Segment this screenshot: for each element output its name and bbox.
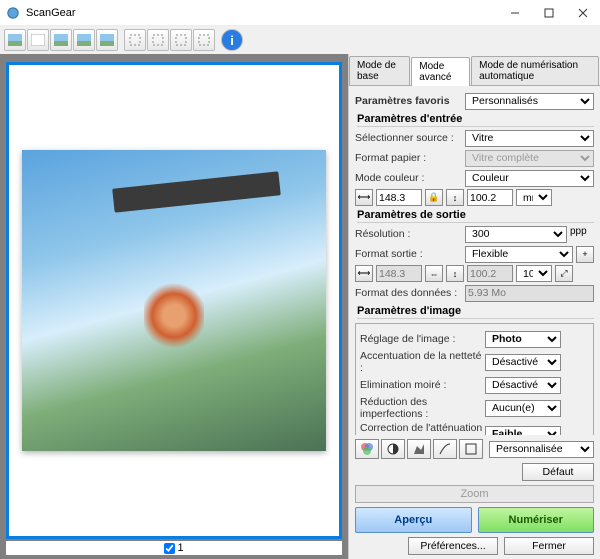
brightness-button[interactable] bbox=[381, 439, 405, 459]
adjust-label: Réglage de l'image : bbox=[360, 333, 485, 345]
toolbar: i bbox=[0, 26, 600, 54]
close-panel-button[interactable]: Fermer bbox=[504, 537, 594, 555]
outfmt-select[interactable]: Flexible bbox=[465, 246, 573, 263]
resolution-select[interactable]: 300 bbox=[465, 226, 567, 243]
source-label: Sélectionner source : bbox=[355, 132, 465, 144]
scale-button[interactable]: ⤢ bbox=[555, 265, 573, 282]
crop-button-3[interactable] bbox=[170, 29, 192, 51]
moire-select[interactable]: Désactivé bbox=[485, 377, 561, 394]
datasize-label: Format des données : bbox=[355, 287, 465, 299]
preview-image bbox=[22, 150, 326, 451]
oheight-icon: ↕ bbox=[446, 265, 464, 282]
output-height bbox=[467, 265, 513, 282]
tab-basic[interactable]: Mode de base bbox=[349, 56, 410, 85]
image-section: Paramètres d'image bbox=[357, 305, 594, 319]
preferences-button[interactable]: Préférences... bbox=[408, 537, 498, 555]
favorites-select[interactable]: Personnalisés bbox=[465, 93, 594, 110]
paper-label: Format papier : bbox=[355, 152, 465, 164]
datasize-value bbox=[465, 285, 594, 302]
zoom-button: Zoom bbox=[355, 485, 594, 503]
favorites-label: Paramètres favoris bbox=[355, 95, 465, 107]
crop-button-1[interactable] bbox=[124, 29, 146, 51]
input-height[interactable] bbox=[467, 189, 513, 206]
page-checkbox[interactable] bbox=[164, 543, 175, 554]
default-button[interactable]: Défaut bbox=[522, 463, 594, 481]
output-section: Paramètres de sortie bbox=[357, 209, 594, 223]
link-icon: ⇔ bbox=[425, 265, 443, 282]
app-icon bbox=[6, 6, 20, 20]
resolution-unit: ppp bbox=[570, 226, 594, 243]
maximize-button[interactable] bbox=[532, 0, 566, 26]
thumb-button-4[interactable] bbox=[73, 29, 95, 51]
paper-select: Vitre complète bbox=[465, 150, 594, 167]
crop-button-4[interactable] bbox=[193, 29, 215, 51]
preview-button[interactable]: Aperçu bbox=[355, 507, 472, 533]
page-number: 1 bbox=[177, 542, 183, 554]
moire-label: Elimination moiré : bbox=[360, 379, 485, 391]
scan-button[interactable]: Numériser bbox=[478, 507, 595, 533]
thumb-button-1[interactable] bbox=[4, 29, 26, 51]
input-width[interactable] bbox=[376, 189, 422, 206]
lock-aspect-button[interactable]: 🔒 bbox=[425, 189, 443, 206]
settings-pane: Mode de base Mode avancé Mode de numéris… bbox=[348, 54, 600, 559]
adjust-select[interactable]: Photo bbox=[485, 331, 561, 348]
colormode-select[interactable]: Couleur bbox=[465, 170, 594, 187]
preview-area[interactable] bbox=[6, 62, 342, 539]
sharp-label: Accentuation de la netteté : bbox=[360, 350, 485, 374]
mode-tabs: Mode de base Mode avancé Mode de numéris… bbox=[349, 54, 600, 86]
colormode-label: Mode couleur : bbox=[355, 172, 465, 184]
color-balance-button[interactable] bbox=[355, 439, 379, 459]
outfmt-add-button[interactable]: + bbox=[576, 246, 594, 263]
thumb-button-5[interactable] bbox=[96, 29, 118, 51]
owidth-icon: ⟷ bbox=[355, 265, 373, 282]
source-select[interactable]: Vitre bbox=[465, 130, 594, 147]
resolution-label: Résolution : bbox=[355, 228, 465, 240]
output-width bbox=[376, 265, 422, 282]
tab-advanced[interactable]: Mode avancé bbox=[411, 57, 470, 86]
window-title: ScanGear bbox=[26, 7, 498, 19]
review-button[interactable] bbox=[459, 439, 483, 459]
tab-auto[interactable]: Mode de numérisation automatique bbox=[471, 56, 599, 85]
thumb-button-3[interactable] bbox=[50, 29, 72, 51]
height-icon: ↕ bbox=[446, 189, 464, 206]
minimize-button[interactable] bbox=[498, 0, 532, 26]
curve-button[interactable] bbox=[433, 439, 457, 459]
input-unit[interactable]: mm bbox=[516, 189, 552, 206]
histogram-button[interactable] bbox=[407, 439, 431, 459]
sharp-select[interactable]: Désactivé bbox=[485, 354, 561, 371]
output-pct[interactable]: 100% bbox=[516, 265, 552, 282]
dust-select[interactable]: Aucun(e) bbox=[485, 400, 561, 417]
input-section: Paramètres d'entrée bbox=[357, 113, 594, 127]
dust-label: Réduction des imperfections : bbox=[360, 396, 485, 420]
page-count: 1 bbox=[6, 541, 342, 555]
outfmt-label: Format sortie : bbox=[355, 248, 465, 260]
crop-button-2[interactable] bbox=[147, 29, 169, 51]
fade-select[interactable]: Faible bbox=[485, 426, 561, 436]
width-icon: ⟷ bbox=[355, 189, 373, 206]
curve-preset-select[interactable]: Personnalisée bbox=[489, 441, 594, 458]
info-button[interactable]: i bbox=[221, 29, 243, 51]
fade-label: Correction de l'atténuation : bbox=[360, 422, 485, 435]
titlebar: ScanGear bbox=[0, 0, 600, 26]
close-button[interactable] bbox=[566, 0, 600, 26]
preview-pane: 1 bbox=[0, 54, 348, 559]
thumb-button-2[interactable] bbox=[27, 29, 49, 51]
